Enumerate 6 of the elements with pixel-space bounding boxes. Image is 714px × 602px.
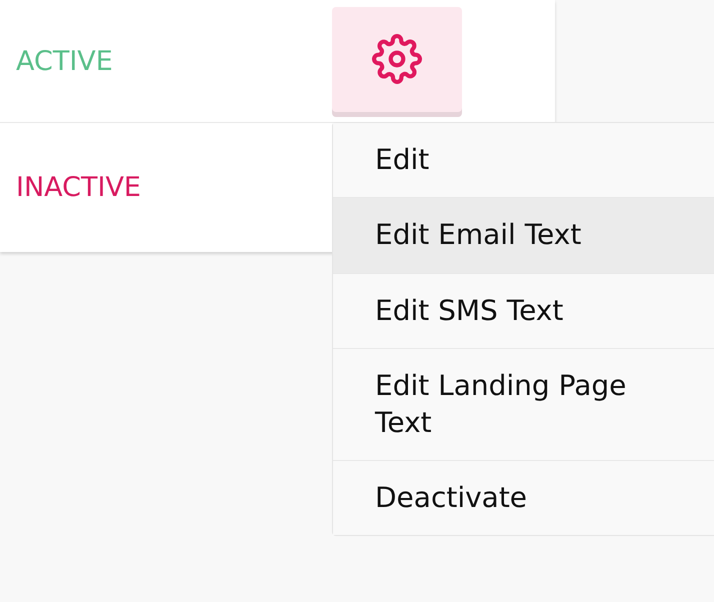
settings-icon [372, 34, 422, 84]
status-text: INACTIVE [16, 172, 142, 203]
settings-button[interactable] [332, 6, 462, 112]
menu-item[interactable]: Edit Email Text [333, 198, 714, 274]
menu-item[interactable]: Edit [333, 123, 714, 198]
status-text: ACTIVE [16, 46, 114, 76]
